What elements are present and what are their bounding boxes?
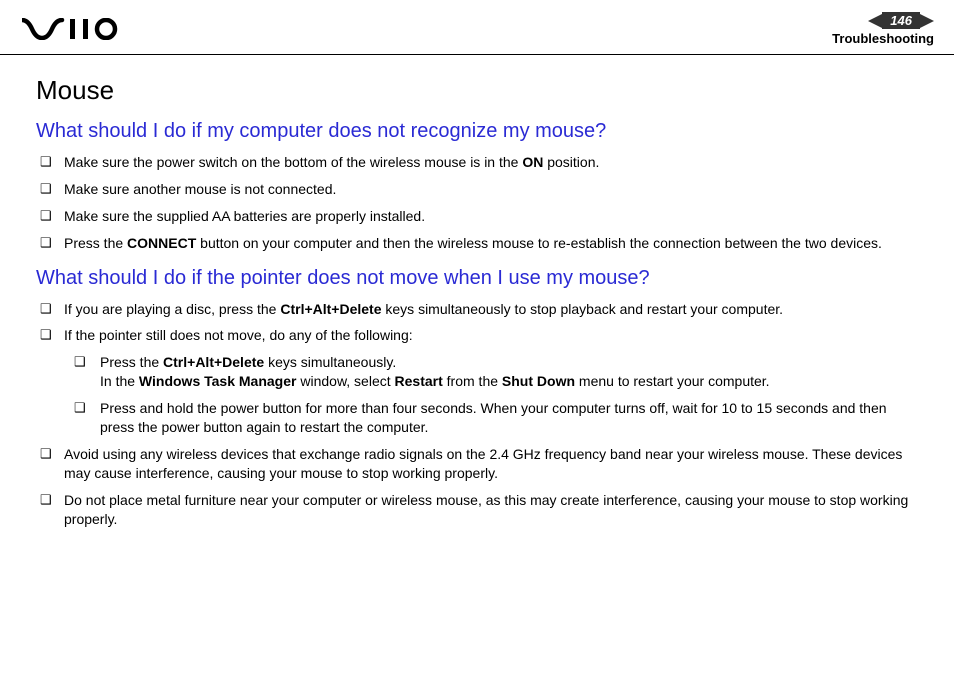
- prev-page-arrow-icon[interactable]: [868, 14, 882, 28]
- list-item: If the pointer still does not move, do a…: [36, 326, 918, 436]
- section-label: Troubleshooting: [832, 31, 934, 46]
- list-item: Do not place metal furniture near your c…: [36, 491, 918, 529]
- page-nav: 146: [832, 12, 934, 29]
- text: If the pointer still does not move, do a…: [64, 327, 413, 343]
- text: window, select: [296, 373, 394, 389]
- bold-text: Shut Down: [502, 373, 575, 389]
- text: keys simultaneously.: [264, 354, 396, 370]
- text: Press the: [100, 354, 163, 370]
- text: menu to restart your computer.: [575, 373, 770, 389]
- text: Press the: [64, 235, 127, 251]
- list-item: Press the Ctrl+Alt+Delete keys simultane…: [70, 353, 918, 391]
- text: position.: [543, 154, 599, 170]
- list-item: Avoid using any wireless devices that ex…: [36, 445, 918, 483]
- nested-list: Press the Ctrl+Alt+Delete keys simultane…: [64, 353, 918, 437]
- list-item: Press the CONNECT button on your compute…: [36, 234, 918, 253]
- next-page-arrow-icon[interactable]: [920, 14, 934, 28]
- header-right: 146 Troubleshooting: [832, 12, 934, 46]
- list-item: Press and hold the power button for more…: [70, 399, 918, 437]
- page-title: Mouse: [36, 75, 918, 106]
- bold-text: ON: [522, 154, 543, 170]
- page-header: 146 Troubleshooting: [0, 0, 954, 55]
- text: If you are playing a disc, press the: [64, 301, 280, 317]
- list-item: If you are playing a disc, press the Ctr…: [36, 300, 918, 319]
- question-heading-1: What should I do if my computer does not…: [36, 120, 918, 143]
- answer-list-1: Make sure the power switch on the bottom…: [36, 153, 918, 253]
- list-item: Make sure another mouse is not connected…: [36, 180, 918, 199]
- text: keys simultaneously to stop playback and…: [382, 301, 784, 317]
- vaio-logo: [22, 18, 118, 40]
- page-number: 146: [882, 12, 920, 29]
- content-body: Mouse What should I do if my computer do…: [0, 55, 954, 528]
- bold-text: Ctrl+Alt+Delete: [163, 354, 264, 370]
- bold-text: Restart: [395, 373, 443, 389]
- text: from the: [443, 373, 502, 389]
- text: In the: [100, 373, 139, 389]
- bold-text: Ctrl+Alt+Delete: [280, 301, 381, 317]
- bold-text: Windows Task Manager: [139, 373, 297, 389]
- answer-list-2: If you are playing a disc, press the Ctr…: [36, 300, 918, 529]
- list-item: Make sure the power switch on the bottom…: [36, 153, 918, 172]
- text: Make sure the power switch on the bottom…: [64, 154, 522, 170]
- question-heading-2: What should I do if the pointer does not…: [36, 267, 918, 290]
- bold-text: CONNECT: [127, 235, 196, 251]
- list-item: Make sure the supplied AA batteries are …: [36, 207, 918, 226]
- text: button on your computer and then the wir…: [196, 235, 882, 251]
